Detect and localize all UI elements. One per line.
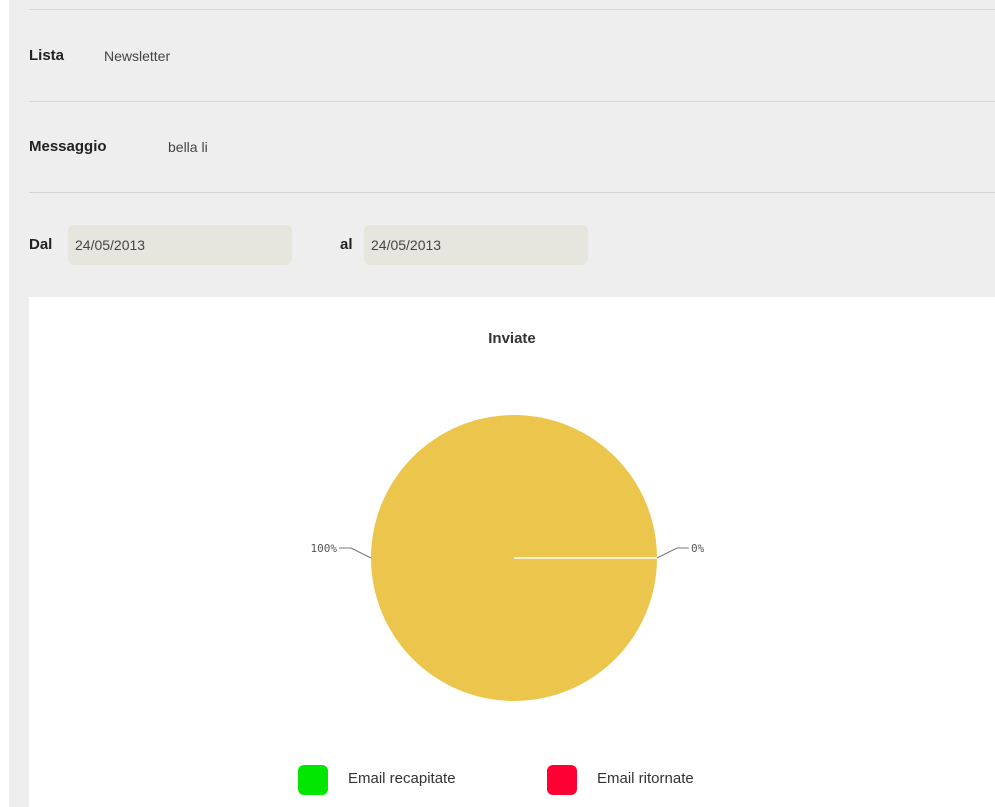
lista-label: Lista (29, 47, 65, 64)
messaggio-value: bella li (168, 139, 208, 155)
dal-label: Dal (29, 236, 53, 253)
al-label: al (340, 236, 353, 253)
legend-swatch-red (547, 765, 577, 795)
legend-label: Email ritornate (597, 770, 694, 787)
leader-line-0 (656, 547, 689, 559)
divider (29, 192, 995, 193)
slice-label-0: 0% (691, 542, 705, 555)
pie-chart-svg: 100% 0% (311, 415, 705, 701)
leader-line-100 (339, 547, 372, 559)
slice-label-100: 100% (311, 542, 338, 555)
divider (29, 101, 995, 102)
lista-value: Newsletter (104, 48, 171, 64)
messaggio-label: Messaggio (29, 138, 107, 155)
pie-chart-container: Inviate 100% 0% Email recapitate Email r… (29, 297, 995, 807)
legend-swatch-green (298, 765, 328, 795)
divider (29, 9, 995, 10)
dal-date-input[interactable] (68, 225, 292, 265)
legend-label: Email recapitate (348, 770, 456, 787)
al-date-input[interactable] (364, 225, 588, 265)
